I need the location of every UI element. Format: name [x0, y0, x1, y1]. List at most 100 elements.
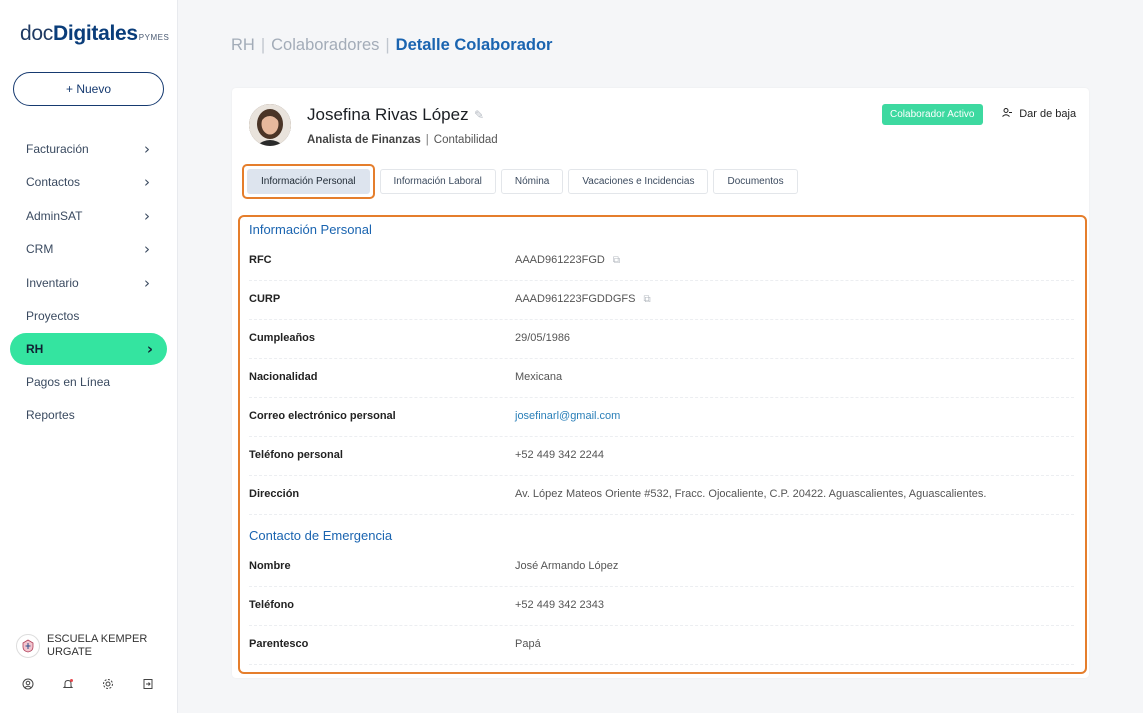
employee-position: Analista de Finanzas	[307, 134, 421, 146]
tab-nomina[interactable]: Nómina	[500, 169, 564, 194]
section-title-emergency: Contacto de Emergencia	[249, 528, 393, 543]
info-row-birthday: Cumpleaños 29/05/1986	[249, 320, 1074, 359]
info-row-email: Correo electrónico personal josefinarl@g…	[249, 398, 1074, 437]
info-row-nationality: Nacionalidad Mexicana	[249, 359, 1074, 398]
breadcrumb-colaboradores[interactable]: Colaboradores	[271, 36, 379, 54]
email-link[interactable]: josefinarl@gmail.com	[515, 410, 620, 422]
tab-informacion-laboral[interactable]: Información Laboral	[379, 169, 496, 194]
sidebar-item-label: Reportes	[26, 408, 75, 423]
tab-label: Información Personal	[261, 176, 356, 187]
role-separator: |	[425, 134, 429, 146]
info-row-rfc: RFC AAAD961223FGD ⧉	[249, 242, 1074, 281]
info-value-emergency-phone: +52 449 342 2343	[515, 599, 605, 611]
breadcrumb: RH | Colaboradores | Detalle Colaborador	[231, 36, 552, 55]
user-remove-icon	[1002, 108, 1015, 120]
info-value-curp: AAAD961223FGDDGFS ⧉	[515, 293, 651, 305]
info-label: Nacionalidad	[249, 371, 318, 383]
brand-pymes: PYMES	[138, 33, 170, 42]
sidebar-item-rh[interactable]: RH ›	[10, 333, 167, 365]
info-row-address: Dirección Av. López Mateos Oriente #532,…	[249, 476, 1074, 515]
sidebar-item-label: Pagos en Línea	[26, 374, 111, 389]
breadcrumb-rh[interactable]: RH	[231, 36, 255, 54]
chevron-right-icon: ›	[144, 139, 150, 158]
info-row-curp: CURP AAAD961223FGDDGFS ⧉	[249, 281, 1074, 320]
employee-detail-card: Josefina Rivas López ✎ Analista de Finan…	[232, 88, 1089, 678]
sidebar: docDigitalesPYMES + Nuevo Facturación › C…	[0, 0, 178, 713]
chevron-right-icon: ›	[144, 240, 150, 259]
info-value-nationality: Mexicana	[515, 371, 563, 383]
sidebar-item-label: AdminSAT	[26, 208, 83, 223]
organization-switcher[interactable]: ESCUELA KEMPER URGATE	[16, 633, 157, 659]
info-row-phone: Teléfono personal +52 449 342 2244	[249, 437, 1074, 476]
sidebar-item-reportes[interactable]: Reportes	[0, 399, 178, 433]
sidebar-item-label: RH	[26, 342, 44, 356]
info-value-emergency-relation: Papá	[515, 638, 541, 650]
info-row-emergency-phone: Teléfono +52 449 342 2343	[249, 587, 1074, 626]
employee-department: Contabilidad	[433, 134, 498, 146]
chevron-right-icon: ›	[144, 173, 150, 192]
tab-label: Nómina	[514, 176, 550, 187]
breadcrumb-current: Detalle Colaborador	[395, 36, 553, 54]
tab-informacion-personal[interactable]: Información Personal	[247, 169, 370, 194]
chevron-right-icon: ›	[144, 273, 150, 292]
dismiss-employee-button[interactable]: Dar de baja	[1002, 108, 1076, 120]
sidebar-item-adminsat[interactable]: AdminSAT ›	[0, 199, 178, 233]
chevron-right-icon: ›	[144, 206, 150, 225]
new-button-label: + Nuevo	[65, 82, 112, 96]
curp-value: AAAD961223FGDDGFS	[515, 293, 636, 305]
info-row-emergency-relation: Parentesco Papá	[249, 626, 1074, 665]
sidebar-item-inventario[interactable]: Inventario ›	[0, 266, 178, 300]
organization-logo	[16, 634, 40, 658]
school-crest-icon	[22, 639, 34, 653]
info-value-emergency-name: José Armando López	[515, 560, 619, 572]
brand-logo[interactable]: docDigitalesPYMES	[20, 22, 169, 46]
breadcrumb-separator: |	[260, 36, 266, 54]
employee-name: Josefina Rivas López	[307, 105, 469, 124]
sidebar-item-pagos-en-linea[interactable]: Pagos en Línea	[0, 365, 178, 399]
info-label: Cumpleaños	[249, 332, 316, 344]
gear-icon[interactable]	[102, 678, 142, 693]
copy-icon[interactable]: ⧉	[643, 294, 650, 305]
bell-icon[interactable]	[62, 678, 102, 693]
status-badge-label: Colaborador Activo	[890, 109, 975, 120]
tab-documentos[interactable]: Documentos	[713, 169, 798, 194]
info-label: Teléfono personal	[249, 449, 343, 461]
employee-role: Analista de Finanzas | Contabilidad	[307, 134, 498, 146]
logout-icon[interactable]	[142, 678, 182, 693]
info-value-birthday: 29/05/1986	[515, 332, 571, 344]
sidebar-footer-icons	[22, 678, 182, 693]
personal-info-panel: Información Personal RFC AAAD961223FGD ⧉ …	[238, 215, 1087, 674]
sidebar-item-label: Contactos	[26, 175, 81, 190]
breadcrumb-separator: |	[385, 36, 390, 54]
sidebar-item-label: Inventario	[26, 275, 79, 290]
info-label: CURP	[249, 293, 281, 305]
detail-tabs: Información Personal Información Laboral…	[242, 164, 803, 199]
chevron-right-icon: ›	[146, 340, 153, 358]
info-value-phone: +52 449 342 2244	[515, 449, 605, 461]
sidebar-item-crm[interactable]: CRM ›	[0, 233, 178, 267]
info-row-emergency-name: Nombre José Armando López	[249, 548, 1074, 587]
avatar	[249, 104, 291, 146]
sidebar-item-label: Proyectos	[26, 309, 80, 324]
user-icon[interactable]	[22, 678, 62, 693]
sidebar-item-label: Facturación	[26, 141, 89, 156]
info-label: Teléfono	[249, 599, 295, 611]
pencil-icon[interactable]: ✎	[474, 108, 484, 122]
dismiss-employee-label: Dar de baja	[1019, 108, 1077, 120]
section-title-personal: Información Personal	[249, 222, 372, 237]
active-tab-highlight: Información Personal	[242, 164, 375, 199]
new-button[interactable]: + Nuevo	[13, 72, 164, 106]
info-label: Nombre	[249, 560, 291, 572]
sidebar-nav: Facturación › Contactos › AdminSAT › CRM › I…	[0, 132, 178, 432]
tab-label: Documentos	[727, 176, 784, 187]
sidebar-item-facturacion[interactable]: Facturación ›	[0, 132, 178, 166]
tab-label: Vacaciones e Incidencias	[582, 176, 695, 187]
info-value-rfc: AAAD961223FGD ⧉	[515, 254, 620, 266]
sidebar-item-contactos[interactable]: Contactos ›	[0, 166, 178, 200]
copy-icon[interactable]: ⧉	[613, 255, 620, 266]
sidebar-item-proyectos[interactable]: Proyectos	[0, 300, 178, 334]
tab-vacaciones-e-incidencias[interactable]: Vacaciones e Incidencias	[568, 169, 709, 194]
rfc-value: AAAD961223FGD	[515, 254, 605, 266]
info-label: RFC	[249, 254, 272, 266]
info-label: Dirección	[249, 488, 300, 500]
